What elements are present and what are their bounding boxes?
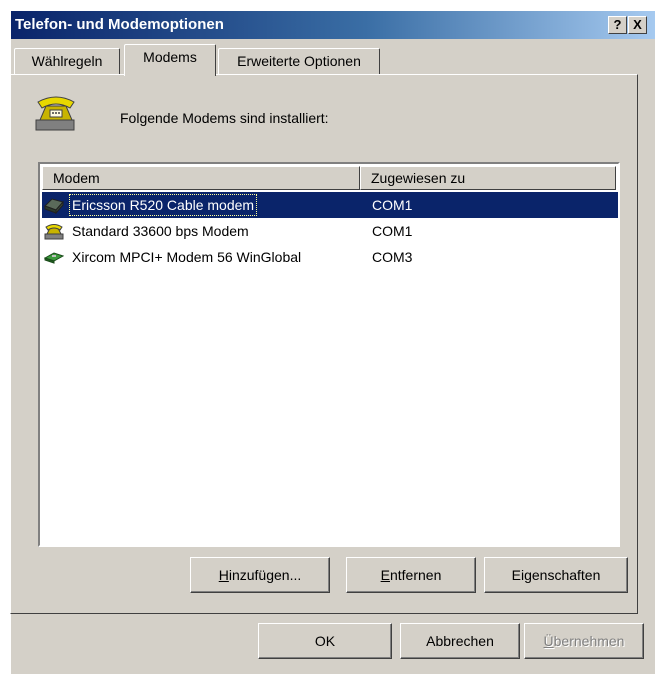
list-item[interactable]: Standard 33600 bps Modem COM1 (42, 218, 618, 244)
column-header-assigned[interactable]: Zugewiesen zu (360, 166, 616, 190)
modem-port: COM1 (372, 197, 413, 213)
cancel-button[interactable]: Abbrechen (400, 623, 520, 659)
window-title: Telefon- und Modemoptionen (15, 16, 224, 33)
properties-button[interactable]: Eigenschaften (484, 557, 628, 593)
apply-button[interactable]: Übernehmen (524, 623, 644, 659)
properties-accel: g (524, 567, 532, 583)
ok-button[interactable]: OK (258, 623, 392, 659)
remove-button[interactable]: Entfernen (346, 557, 476, 593)
add-accel: H (218, 567, 229, 583)
properties-label: enschaften (531, 567, 601, 583)
help-button[interactable]: ? (608, 16, 627, 34)
modem-port: COM3 (372, 249, 413, 265)
close-button[interactable]: X (628, 16, 647, 34)
list-item[interactable]: Xircom MPCI+ Modem 56 WinGlobal COM3 (42, 244, 618, 270)
add-label: inzufügen... (228, 567, 302, 583)
add-button[interactable]: Hinzufügen... (190, 557, 330, 593)
apply-accel: Ü (543, 633, 554, 649)
list-item[interactable]: Ericsson R520 Cable modem COM1 (42, 192, 618, 218)
tab-modems[interactable]: Modems (124, 44, 216, 76)
modem-port: COM1 (372, 223, 413, 239)
modem-name: Xircom MPCI+ Modem 56 WinGlobal (72, 249, 302, 265)
remove-accel: E (380, 567, 390, 583)
properties-label-pre: Ei (511, 567, 525, 583)
modem-name: Ericsson R520 Cable modem (68, 194, 258, 216)
remove-label: ntfernen (389, 567, 442, 583)
telephone-icon (35, 96, 75, 131)
modem-name: Standard 33600 bps Modem (72, 223, 249, 239)
cable-modem-icon (44, 198, 64, 214)
tab-waehlregeln[interactable]: Wählregeln (14, 48, 120, 74)
modem-list[interactable]: Modem Zugewiesen zu Ericsson R520 Cable … (38, 162, 620, 547)
intro-text: Folgende Modems sind installiert: (120, 110, 329, 126)
pci-card-modem-icon (44, 252, 64, 264)
telephone-modem-icon (44, 224, 64, 240)
tab-erweiterte-optionen[interactable]: Erweiterte Optionen (218, 48, 380, 74)
column-header-modem[interactable]: Modem (42, 166, 360, 190)
title-bar[interactable]: Telefon- und Modemoptionen ? X (11, 11, 655, 39)
apply-label: bernehmen (553, 633, 625, 649)
